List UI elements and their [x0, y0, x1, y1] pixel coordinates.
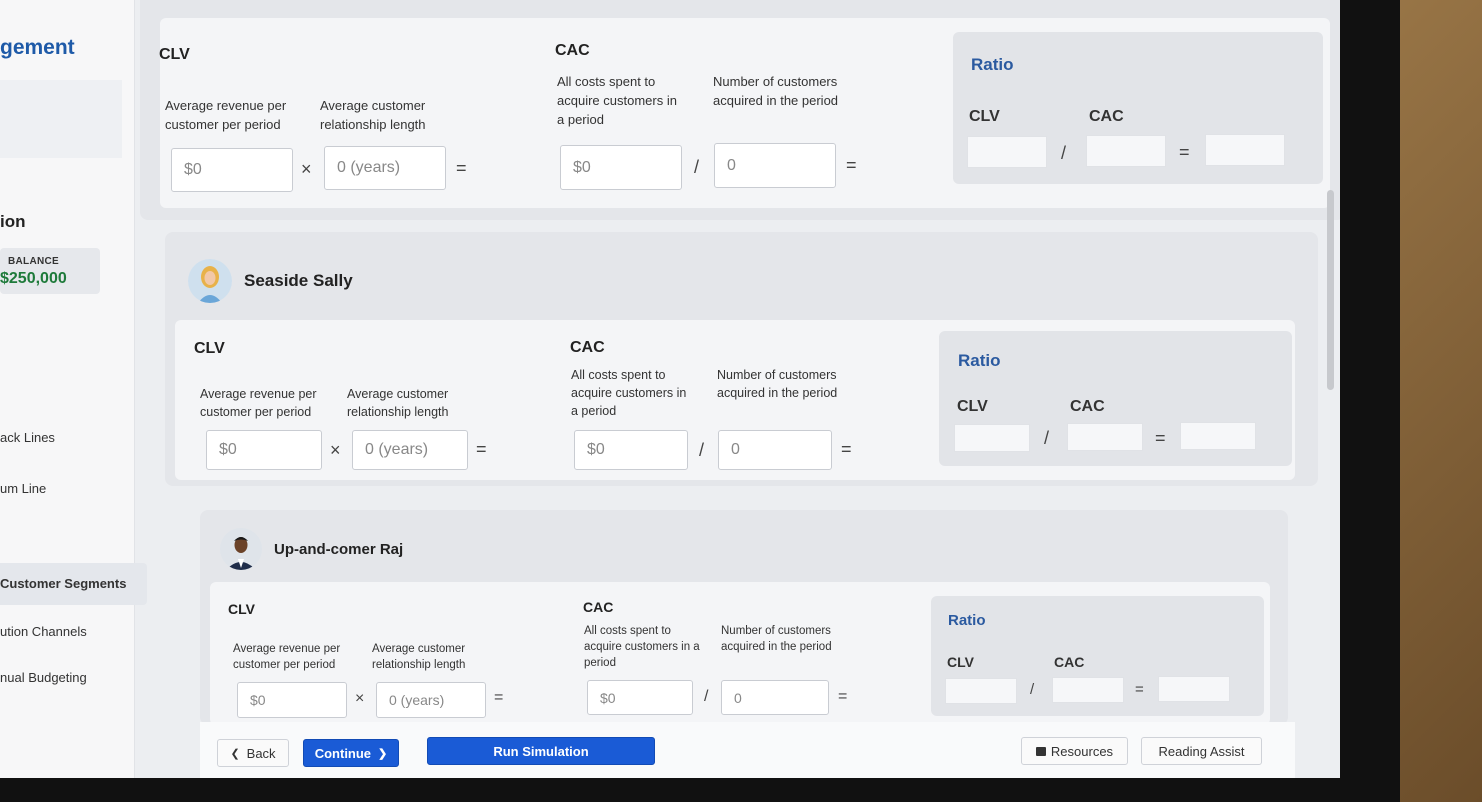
all-costs-input[interactable]: $0 [574, 430, 688, 470]
num-customers-input[interactable]: 0 [718, 430, 832, 470]
ratio-result-output [1180, 422, 1256, 450]
equals-sign: = [846, 155, 857, 175]
avg-length-input[interactable]: 0 (years) [324, 146, 446, 190]
avg-revenue-input[interactable]: $0 [206, 430, 322, 470]
multiply-sign: × [355, 690, 365, 707]
sidebar-item-track-lines[interactable]: ack Lines [0, 430, 55, 445]
avg-revenue-label: Average revenue per customer per period [233, 643, 341, 671]
ratio-title: Ratio [971, 55, 1014, 74]
ratio-clv-label: CLV [947, 654, 974, 670]
ratio-cac-label: CAC [1070, 398, 1105, 415]
equals-sign: = [1179, 142, 1190, 162]
divide-sign: / [699, 440, 705, 460]
divide-sign: / [1030, 681, 1035, 698]
ratio-result-output [1205, 134, 1285, 166]
equals-sign: = [1155, 428, 1166, 448]
sidebar-item-annual-budgeting[interactable]: nual Budgeting [0, 670, 87, 685]
all-costs-label: All costs spent to acquire customers in … [571, 368, 687, 418]
all-costs-label: All costs spent to acquire customers in … [557, 74, 677, 127]
chevron-right-icon: ❯ [378, 747, 388, 760]
avg-length-label: Average customer relationship length [347, 387, 449, 419]
num-customers-label: Number of customers acquired in the peri… [717, 368, 838, 400]
clv-title: CLV [159, 46, 190, 63]
sidebar-block [0, 80, 122, 158]
reading-assist-button[interactable]: Reading Assist [1141, 737, 1262, 765]
segment-name: Up-and-comer Raj [274, 540, 404, 558]
scrollbar[interactable] [1327, 190, 1334, 390]
ratio-cac-label: CAC [1089, 108, 1124, 125]
avg-length-input[interactable]: 0 (years) [352, 430, 468, 470]
segment-header: Seaside Sally [188, 259, 353, 303]
equals-sign: = [494, 689, 504, 706]
ratio-cac-output [1086, 135, 1166, 167]
run-simulation-button[interactable]: Run Simulation [427, 737, 655, 765]
sidebar-title: gement [0, 36, 75, 59]
ratio-cac-output [1067, 423, 1143, 451]
avg-revenue-input[interactable]: $0 [171, 148, 293, 192]
ratio-title: Ratio [948, 612, 986, 629]
segment-name: Seaside Sally [244, 271, 353, 290]
sidebar-item-distribution-channels[interactable]: ution Channels [0, 624, 87, 639]
multiply-sign: × [330, 440, 341, 460]
equals-sign: = [838, 688, 848, 705]
ratio-clv-output [967, 136, 1047, 168]
num-customers-label: Number of customers acquired in the peri… [713, 74, 839, 108]
divide-sign: / [704, 688, 709, 705]
equals-sign: = [1135, 681, 1144, 698]
ratio-clv-label: CLV [957, 398, 988, 415]
app-screen: gement ion BALANCE $250,000 ack Lines um… [0, 0, 1340, 778]
avg-length-label: Average customer relationship length [372, 643, 466, 671]
multiply-sign: × [301, 159, 312, 179]
balance-label: BALANCE [8, 256, 59, 267]
sidebar-section-title: ion [0, 212, 26, 231]
cac-title: CAC [555, 42, 590, 59]
avg-length-label: Average customer relationship length [320, 98, 426, 132]
segment-header: Up-and-comer Raj [220, 528, 403, 570]
divide-sign: / [694, 157, 700, 177]
continue-button[interactable]: Continue ❯ [303, 739, 399, 767]
ratio-cac-label: CAC [1054, 654, 1085, 670]
clv-title: CLV [194, 340, 225, 357]
divide-sign: / [1044, 428, 1050, 448]
all-costs-input[interactable]: $0 [587, 680, 693, 715]
all-costs-input[interactable]: $0 [560, 145, 682, 190]
book-icon [1035, 746, 1046, 756]
avg-revenue-label: Average revenue per customer per period [165, 98, 287, 132]
back-label: Back [246, 745, 276, 761]
ratio-clv-label: CLV [969, 108, 1000, 125]
num-customers-label: Number of customers acquired in the peri… [721, 625, 832, 653]
sidebar-item-premium-line[interactable]: um Line [0, 481, 46, 496]
back-button[interactable]: ❮ Back [217, 739, 289, 767]
balance-card: BALANCE $250,000 [0, 248, 100, 294]
equals-sign: = [456, 158, 467, 178]
balance-value: $250,000 [0, 270, 67, 287]
resources-label: Resources [1050, 743, 1114, 759]
clv-title: CLV [228, 601, 255, 617]
sidebar-item-customer-segments[interactable]: Customer Segments [0, 563, 147, 605]
ratio-clv-output [945, 678, 1017, 704]
equals-sign: = [476, 439, 487, 459]
avg-length-input[interactable]: 0 (years) [376, 682, 486, 718]
ratio-title: Ratio [958, 351, 1001, 370]
avg-revenue-input[interactable]: $0 [237, 682, 347, 718]
sidebar: gement ion BALANCE $250,000 ack Lines um… [0, 0, 147, 778]
continue-label: Continue [314, 745, 372, 761]
sally-avatar [188, 259, 232, 303]
all-costs-label: All costs spent to acquire customers in … [584, 625, 700, 669]
avg-revenue-label: Average revenue per customer per period [200, 387, 317, 419]
equals-sign: = [841, 439, 852, 459]
chevron-left-icon: ❮ [230, 747, 240, 760]
cac-title: CAC [583, 599, 614, 615]
ratio-clv-output [954, 424, 1030, 452]
resources-button[interactable]: Resources [1021, 737, 1128, 765]
ratio-result-output [1158, 676, 1230, 702]
raj-avatar [220, 528, 262, 570]
ratio-cac-output [1052, 677, 1124, 703]
divide-sign: / [1061, 143, 1067, 163]
num-customers-input[interactable]: 0 [714, 143, 836, 188]
cac-title: CAC [570, 339, 605, 356]
num-customers-input[interactable]: 0 [721, 680, 829, 715]
